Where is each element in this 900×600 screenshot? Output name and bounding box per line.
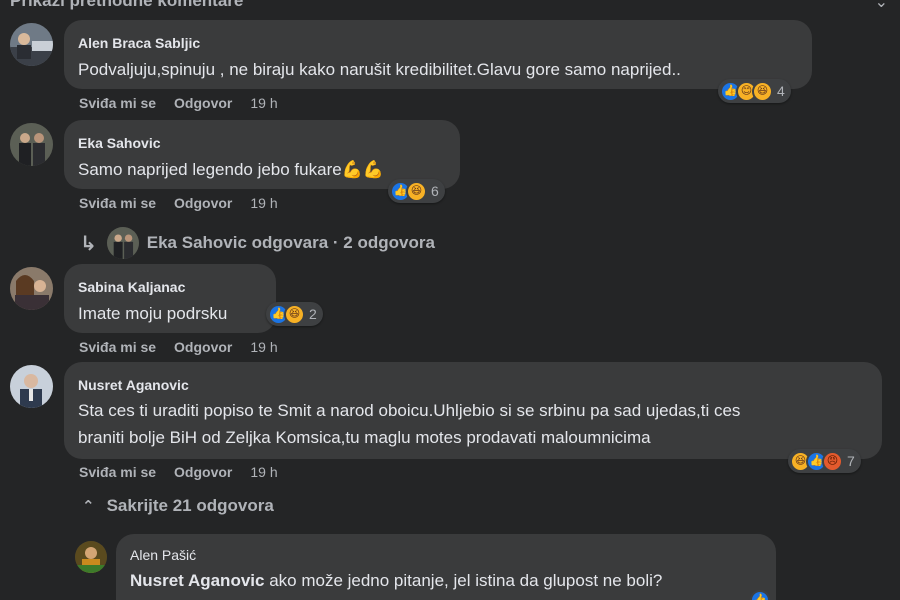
- comment-text: Imate moju podrsku: [78, 304, 228, 323]
- view-previous-comments-link[interactable]: Prikaži prethodne komentare: [10, 0, 243, 11]
- comment-actions: Sviđa mi se Odgovor 19 h: [79, 464, 296, 480]
- comment-text: Podvaljuju,spinuju , ne biraju kako naru…: [78, 60, 681, 79]
- avatar[interactable]: [10, 267, 53, 310]
- timestamp[interactable]: 19 h: [250, 339, 277, 355]
- reaction-count: 2: [309, 306, 317, 322]
- hide-replies-link[interactable]: ⌃ Sakrijte 21 odgovora: [82, 496, 274, 516]
- comment-text-body: Samo naprijed legendo jebo fukare: [78, 160, 342, 179]
- comment-actions: Sviđa mi se Odgovor 19 h: [79, 339, 296, 355]
- comment-author[interactable]: Sabina Kaljanac: [78, 278, 262, 296]
- reply-text: Nusret Aganovic ako može jedno pitanje, …: [130, 567, 762, 594]
- hide-replies-label: Sakrijte 21 odgovora: [106, 496, 274, 515]
- reactions-summary[interactable]: 👍 😆 2: [266, 302, 323, 326]
- chevron-down-icon[interactable]: ⌄: [875, 0, 888, 12]
- reaction-count: 6: [431, 183, 439, 199]
- timestamp[interactable]: 19 h: [250, 95, 277, 111]
- like-button[interactable]: Sviđa mi se: [79, 339, 156, 355]
- reply-button[interactable]: Odgovor: [174, 195, 232, 211]
- comment-actions: Sviđa mi se Odgovor 19 h: [79, 95, 296, 111]
- comment-bubble: Sabina Kaljanac Imate moju podrsku: [64, 264, 276, 333]
- avatar[interactable]: [75, 541, 107, 573]
- like-button[interactable]: Sviđa mi se: [79, 195, 156, 211]
- timestamp[interactable]: 19 h: [250, 195, 277, 211]
- comment-author[interactable]: Alen Braca Sabljic: [78, 34, 798, 52]
- haha-reaction-icon: 😆: [284, 303, 305, 325]
- comment-bubble: Nusret Aganovic Sta ces ti uraditi popis…: [64, 362, 882, 459]
- reaction-count: 4: [777, 83, 785, 99]
- comment-author[interactable]: Eka Sahovic: [78, 134, 446, 152]
- timestamp[interactable]: 19 h: [250, 464, 277, 480]
- comment-bubble: Alen Braca Sabljic Podvaljuju,spinuju , …: [64, 20, 812, 89]
- flexed-biceps-emoji: 💪💪: [341, 160, 385, 179]
- avatar[interactable]: [10, 365, 53, 408]
- reactions-summary[interactable]: 👍 😊 😆 4: [718, 79, 791, 103]
- reply-arrow-icon: ↳: [80, 232, 97, 255]
- reactions-summary[interactable]: 👍 😆 6: [388, 179, 445, 203]
- reply-text-body: ako može jedno pitanje, jel istina da gl…: [264, 571, 663, 590]
- replies-label: Eka Sahovic odgovara · 2 odgovora: [146, 233, 435, 252]
- reactions-summary[interactable]: 😆 👍 😠 7: [788, 449, 861, 473]
- comment-actions: Sviđa mi se Odgovor 19 h: [79, 195, 296, 211]
- reply-bubble: Alen Pašić Nusret Aganovic ako može jedn…: [116, 534, 776, 600]
- reply-button[interactable]: Odgovor: [174, 339, 232, 355]
- reply-button[interactable]: Odgovor: [174, 464, 232, 480]
- comment-author[interactable]: Nusret Aganovic: [78, 376, 868, 394]
- view-replies-link[interactable]: ↳ Eka Sahovic odgovara · 2 odgovora: [80, 227, 435, 259]
- reply-button[interactable]: Odgovor: [174, 95, 232, 111]
- avatar: [106, 227, 139, 259]
- mention-link[interactable]: Nusret Aganovic: [130, 571, 264, 590]
- avatar[interactable]: [10, 23, 53, 66]
- angry-reaction-icon: 😠: [822, 450, 843, 472]
- like-button[interactable]: Sviđa mi se: [79, 464, 156, 480]
- like-button[interactable]: Sviđa mi se: [79, 95, 156, 111]
- comment-text-line-2: braniti bolje BiH od Zeljka Komsica,tu m…: [78, 428, 651, 447]
- reply-author[interactable]: Alen Pašić: [130, 546, 762, 564]
- chevron-up-icon: ⌃: [82, 498, 95, 515]
- reaction-count: 7: [847, 453, 855, 469]
- haha-reaction-icon: 😆: [752, 80, 773, 102]
- comment-text: Samo naprijed legendo jebo fukare💪💪: [78, 156, 446, 183]
- haha-reaction-icon: 😆: [406, 180, 427, 202]
- avatar[interactable]: [10, 123, 53, 166]
- comment-text-line-1: Sta ces ti uraditi popiso te Smit a naro…: [78, 401, 741, 420]
